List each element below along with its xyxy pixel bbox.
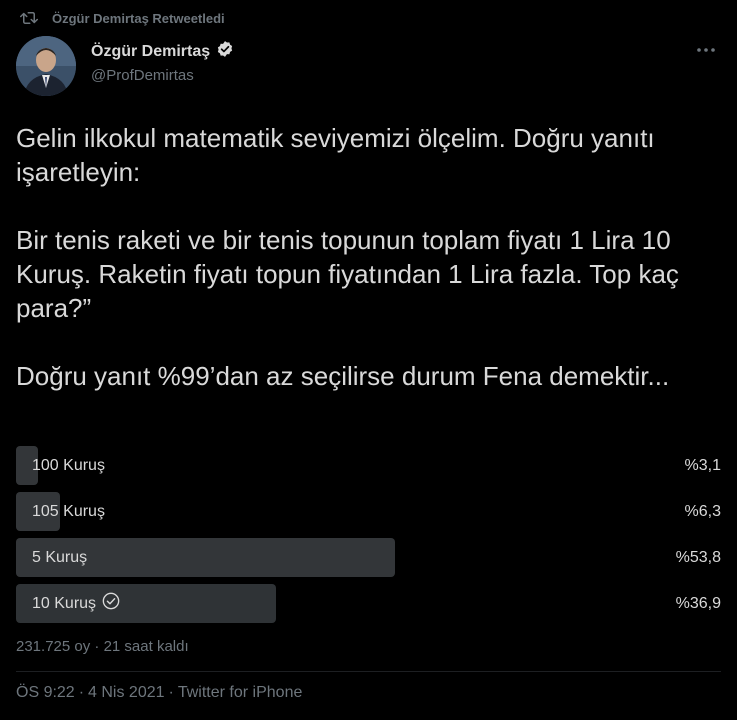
poll-option[interactable]: 10 Kuruş %36,9 [16, 584, 721, 623]
poll-meta: 231.725 oy · 21 saat kaldı [16, 638, 189, 655]
poll-option-label: 100 Kuruş [32, 456, 105, 474]
poll-option-percent: %53,8 [675, 548, 721, 566]
display-name[interactable]: Özgür Demirtaş [91, 43, 210, 61]
separator: · [168, 684, 174, 701]
separator: · [94, 638, 100, 655]
retweet-indicator: Özgür Demirtaş Retweetledi [20, 8, 225, 28]
divider [16, 671, 721, 672]
tweet-date[interactable]: 4 Nis 2021 [88, 684, 165, 702]
tweet-meta: ÖS 9:22 · 4 Nis 2021 · Twitter for iPhon… [16, 684, 302, 702]
poll-option[interactable]: 105 Kuruş %6,3 [16, 492, 721, 531]
tweet-author: Özgür Demirtaş @ProfDemirtas [16, 36, 721, 96]
tweet-source[interactable]: Twitter for iPhone [178, 684, 303, 702]
more-options-icon [697, 48, 715, 52]
poll-option-percent: %6,3 [684, 502, 721, 520]
avatar[interactable] [16, 36, 76, 96]
poll-option-label: 105 Kuruş [32, 502, 105, 520]
poll-option-percent: %3,1 [684, 456, 721, 474]
user-handle[interactable]: @ProfDemirtas [91, 67, 234, 84]
poll-option[interactable]: 5 Kuruş %53,8 [16, 538, 721, 577]
poll-option-label: 5 Kuruş [32, 548, 88, 566]
more-options-button[interactable] [691, 38, 721, 62]
poll-time-left: 21 saat kaldı [103, 638, 189, 655]
tweet-paragraph: Doğru yanıt %99’dan az seçilirse durum F… [16, 361, 670, 391]
retweet-icon [20, 10, 38, 26]
tweet-time[interactable]: ÖS 9:22 [16, 684, 75, 702]
retweet-text[interactable]: Özgür Demirtaş Retweetledi [52, 11, 225, 26]
verified-badge-icon [216, 40, 234, 63]
separator: · [78, 684, 85, 701]
check-circle-icon [102, 592, 120, 615]
tweet-body: Gelin ilkokul matematik seviyemizi ölçel… [16, 121, 728, 393]
poll-option-label: 10 Kuruş [32, 594, 97, 612]
poll-vote-count: 231.725 oy [16, 638, 91, 655]
tweet-paragraph: Gelin ilkokul matematik seviyemizi ölçel… [16, 123, 655, 187]
poll-option-percent: %36,9 [675, 594, 721, 612]
poll: 100 Kuruş %3,1 105 Kuruş %6,3 5 Kuruş %5… [16, 446, 721, 630]
tweet-paragraph: Bir tenis raketi ve bir tenis topunun to… [16, 225, 679, 323]
poll-option[interactable]: 100 Kuruş %3,1 [16, 446, 721, 485]
